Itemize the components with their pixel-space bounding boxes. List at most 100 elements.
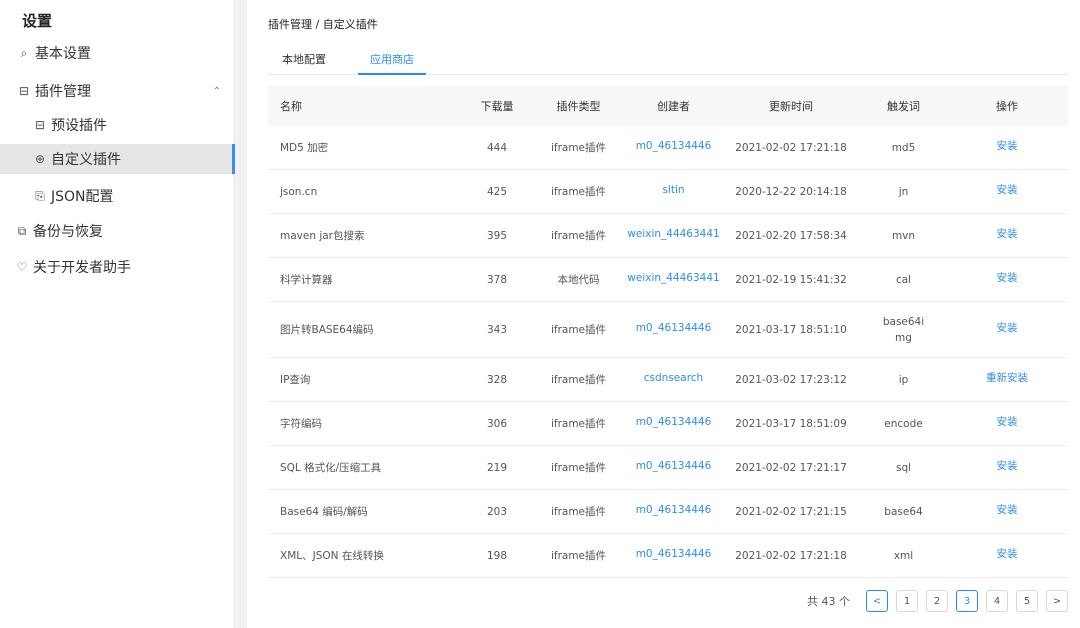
cell-trigger: ip [898, 373, 909, 386]
cell-creator[interactable]: sltin [626, 184, 721, 196]
cell-trigger: encode [884, 417, 923, 430]
page-button-5[interactable]: 5 [1016, 590, 1038, 612]
sidebar-item-about-developer[interactable]: ♡ 关于开发者助手 [0, 252, 235, 282]
install-button[interactable]: 重新安装 [946, 370, 1068, 385]
cell-name: 科学计算器 [280, 274, 333, 286]
sidebar-item-basic-settings[interactable]: ⌕ 基本设置 [0, 38, 235, 68]
sidebar-item-plugin-management[interactable]: ⊟ 插件管理 ⌃ [0, 76, 235, 106]
install-button[interactable]: 安装 [946, 414, 1068, 429]
cell-creator[interactable]: m0_46134446 [626, 504, 721, 516]
page-button-4[interactable]: 4 [986, 590, 1008, 612]
plugin-icon: ⊟ [34, 118, 46, 132]
tab-local-config[interactable]: 本地配置 [280, 45, 328, 75]
table-row: IP查询 328 iframe插件 csdnsearch 2021-03-02 17:2… [268, 358, 1068, 402]
column-header-name: 名称 [280, 100, 302, 113]
column-header-type: 插件类型 [556, 100, 601, 113]
sidebar-item-json-config[interactable]: ⎘ JSON配置 [0, 181, 235, 211]
cell-downloads: 328 [486, 373, 508, 386]
sidebar-item-label: 备份与恢复 [33, 224, 103, 240]
cell-creator[interactable]: m0_46134446 [626, 460, 721, 472]
cell-updated: 2021-03-17 18:51:10 [735, 323, 847, 336]
cell-name: MD5 加密 [280, 142, 329, 154]
install-button[interactable]: 安装 [946, 458, 1068, 473]
chevron-up-icon[interactable]: ⌃ [213, 86, 221, 97]
cell-name: XML、JSON 在线转换 [280, 550, 384, 562]
cell-creator[interactable]: m0_46134446 [626, 416, 721, 428]
cell-creator[interactable]: csdnsearch [626, 372, 721, 384]
sidebar-item-preset-plugins[interactable]: ⊟ 预设插件 [0, 110, 235, 140]
cell-downloads: 395 [486, 229, 508, 242]
cell-creator[interactable]: weixin_44463441 [626, 228, 721, 240]
column-header-updated: 更新时间 [769, 100, 813, 113]
cell-trigger: md5 [891, 141, 916, 154]
cell-downloads: 343 [486, 323, 508, 336]
table-row: Base64 编码/解码 203 iframe插件 m0_46134446 2021-0… [268, 490, 1068, 534]
cell-creator[interactable]: weixin_44463441 [626, 272, 721, 284]
sidebar-item-label: 预设插件 [51, 118, 107, 134]
cell-trigger: base64 [884, 505, 923, 518]
cell-name: IP查询 [280, 374, 311, 386]
cell-updated: 2021-02-02 17:21:15 [735, 505, 847, 518]
column-header-downloads: 下载量 [480, 100, 514, 113]
cell-type: 本地代码 [557, 274, 600, 286]
install-button[interactable]: 安装 [946, 182, 1068, 197]
main-panel: 插件管理 / 自定义插件 本地配置 应用商店 名称 下载量 插件类型 创建者 更… [247, 0, 1080, 628]
pagination-total: 共 43 个 [807, 595, 850, 608]
table-header: 名称 下载量 插件类型 创建者 更新时间 触发词 操作 [268, 86, 1068, 126]
table-row: 图片转BASE64编码 343 iframe插件 m0_46134446 2021-03… [268, 302, 1068, 358]
cell-updated: 2021-02-20 17:58:34 [735, 229, 847, 242]
plugin-icon: ⊟ [18, 84, 30, 98]
search-icon: ⌕ [20, 45, 28, 60]
cell-type: iframe插件 [550, 418, 607, 430]
table-row: SQL 格式化/压缩工具 219 iframe插件 m0_46134446 2021-0… [268, 446, 1068, 490]
tab-app-store[interactable]: 应用商店 [358, 45, 426, 75]
page-button-1[interactable]: 1 [896, 590, 918, 612]
table-row: XML、JSON 在线转换 198 iframe插件 m0_46134446 2021-… [268, 534, 1068, 578]
install-button[interactable]: 安装 [946, 138, 1068, 153]
sidebar-title: 设置 [22, 12, 53, 30]
cell-creator[interactable]: m0_46134446 [626, 322, 721, 334]
install-button[interactable]: 安装 [946, 502, 1068, 517]
cell-trigger: mvn [891, 229, 916, 242]
sidebar: 设置 ⌕ 基本设置 ⊟ 插件管理 ⌃ ⊟ 预设插件 ⊕ 自定义插件 ⎘ JSON… [0, 0, 235, 628]
cell-creator[interactable]: m0_46134446 [626, 140, 721, 152]
cell-trigger: sql [895, 461, 912, 474]
cell-type: iframe插件 [550, 374, 607, 386]
sidebar-item-label: 插件管理 [35, 84, 91, 100]
cell-downloads: 444 [486, 141, 508, 154]
table-row: 科学计算器 378 本地代码 weixin_44463441 2021-02-19 15… [268, 258, 1068, 302]
table-row: MD5 加密 444 iframe插件 m0_46134446 2021-02-02 1… [268, 126, 1068, 170]
column-header-trigger: 触发词 [887, 100, 920, 113]
cell-trigger: xml [893, 549, 914, 562]
cell-downloads: 198 [486, 549, 508, 562]
cell-downloads: 203 [486, 505, 508, 518]
cell-updated: 2021-02-02 17:21:18 [735, 141, 847, 154]
cell-type: iframe插件 [550, 142, 607, 154]
cell-creator[interactable]: m0_46134446 [626, 548, 721, 560]
cell-type: iframe插件 [550, 186, 607, 198]
bulb-icon: ♡ [16, 260, 28, 274]
cell-updated: 2021-03-02 17:23:12 [735, 373, 847, 386]
cell-downloads: 378 [486, 273, 508, 286]
plugin-table: 名称 下载量 插件类型 创建者 更新时间 触发词 操作 MD5 加密 444 ifr… [268, 86, 1068, 578]
install-button[interactable]: 安装 [946, 226, 1068, 241]
table-row: json.cn 425 iframe插件 sltin 2020-12-22 20:14:… [268, 170, 1068, 214]
install-button[interactable]: 安装 [946, 546, 1068, 561]
page-button-2[interactable]: 2 [926, 590, 948, 612]
breadcrumb: 插件管理 / 自定义插件 [268, 18, 378, 31]
globe-icon: ⊕ [34, 152, 46, 166]
cell-downloads: 425 [486, 185, 508, 198]
cell-name: 字符编码 [280, 418, 322, 430]
sidebar-item-backup-restore[interactable]: ⧉ 备份与恢复 [0, 216, 235, 246]
next-page-button[interactable]: > [1046, 590, 1068, 612]
prev-page-button[interactable]: < [866, 590, 888, 612]
sidebar-item-custom-plugins[interactable]: ⊕ 自定义插件 [0, 144, 235, 174]
page-button-3[interactable]: 3 [956, 590, 978, 612]
install-button[interactable]: 安装 [946, 320, 1068, 335]
install-button[interactable]: 安装 [946, 270, 1068, 285]
pagination: 共 43 个 < 1 2 3 4 5 > [247, 589, 1068, 613]
table-body: MD5 加密 444 iframe插件 m0_46134446 2021-02-02 1… [268, 126, 1068, 578]
sidebar-item-label: 基本设置 [35, 46, 91, 62]
cell-trigger: cal [895, 273, 912, 286]
backup-icon: ⧉ [17, 223, 27, 238]
